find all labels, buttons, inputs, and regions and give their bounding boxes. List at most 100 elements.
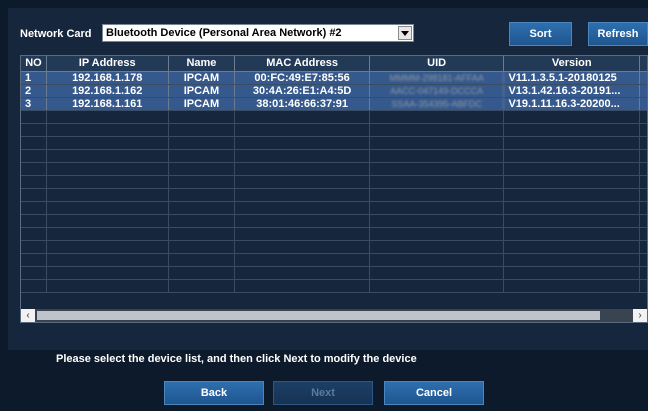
empty-cell (504, 202, 640, 214)
empty-cell (47, 215, 169, 227)
empty-cell (640, 163, 647, 175)
empty-cell (504, 189, 640, 201)
empty-cell (235, 241, 370, 253)
cell-extra (640, 72, 647, 84)
empty-cell (169, 254, 236, 266)
col-header-mac[interactable]: MAC Address (235, 56, 370, 71)
empty-table-row (21, 189, 647, 202)
cancel-button[interactable]: Cancel (384, 381, 484, 405)
empty-cell (21, 267, 47, 279)
empty-cell (47, 202, 169, 214)
empty-cell (370, 280, 505, 292)
empty-cell (504, 228, 640, 240)
scroll-right-icon[interactable]: › (633, 309, 647, 322)
empty-cell (370, 228, 505, 240)
empty-cell (370, 163, 505, 175)
scroll-track[interactable] (35, 309, 633, 322)
empty-cell (169, 228, 236, 240)
empty-cell (21, 111, 47, 123)
empty-cell (169, 202, 236, 214)
col-header-name[interactable]: Name (169, 56, 236, 71)
cell-ip: 192.168.1.161 (47, 98, 169, 110)
empty-cell (235, 137, 370, 149)
empty-cell (640, 241, 647, 253)
empty-cell (370, 124, 505, 136)
scroll-thumb[interactable] (37, 311, 600, 320)
empty-cell (235, 228, 370, 240)
empty-cell (21, 254, 47, 266)
cell-version: V19.1.11.16.3-20200... (504, 98, 641, 110)
empty-cell (640, 150, 647, 162)
empty-table-row (21, 163, 647, 176)
cell-no: 3 (21, 98, 47, 110)
empty-cell (47, 137, 169, 149)
refresh-button[interactable]: Refresh (588, 22, 648, 46)
back-button[interactable]: Back (164, 381, 264, 405)
empty-cell (169, 176, 236, 188)
network-card-select[interactable]: Bluetooth Device (Personal Area Network)… (102, 24, 414, 42)
col-header-version[interactable]: Version (504, 56, 640, 71)
empty-cell (640, 176, 647, 188)
sort-button[interactable]: Sort (509, 22, 572, 46)
cell-uid: AACC-047149-DCCCA (370, 85, 505, 97)
table-row[interactable]: 3 192.168.1.161 IPCAM 38:01:46:66:37:91 … (21, 98, 647, 111)
next-button[interactable]: Next (273, 381, 373, 405)
col-header-extra (640, 56, 647, 71)
col-header-ip[interactable]: IP Address (47, 56, 169, 71)
empty-table-row (21, 280, 647, 293)
empty-cell (47, 267, 169, 279)
empty-cell (370, 137, 505, 149)
cell-uid: SSAA-354395-ABFDC (370, 98, 505, 110)
col-header-uid[interactable]: UID (370, 56, 505, 71)
empty-cell (370, 111, 505, 123)
empty-cell (640, 215, 647, 227)
scroll-left-icon[interactable]: ‹ (21, 309, 35, 322)
empty-cell (235, 202, 370, 214)
cell-extra (640, 98, 647, 110)
table-body: 1 192.168.1.178 IPCAM 00:FC:49:E7:85:56 … (21, 72, 647, 293)
empty-cell (640, 202, 647, 214)
empty-cell (504, 163, 640, 175)
empty-cell (640, 189, 647, 201)
empty-cell (21, 228, 47, 240)
cell-no: 2 (21, 85, 47, 97)
network-card-value: Bluetooth Device (Personal Area Network)… (106, 27, 342, 39)
empty-cell (235, 111, 370, 123)
cell-version: V11.1.3.5.1-20180125 (504, 72, 641, 84)
cell-name: IPCAM (169, 85, 236, 97)
empty-cell (169, 150, 236, 162)
horizontal-scrollbar[interactable]: ‹ › (21, 309, 647, 322)
device-table: NO IP Address Name MAC Address UID Versi… (20, 55, 648, 323)
table-row[interactable]: 1 192.168.1.178 IPCAM 00:FC:49:E7:85:56 … (21, 72, 647, 85)
empty-cell (235, 280, 370, 292)
empty-cell (235, 150, 370, 162)
chevron-down-icon[interactable] (398, 26, 412, 40)
cell-extra (640, 85, 647, 97)
empty-table-row (21, 124, 647, 137)
table-row[interactable]: 2 192.168.1.162 IPCAM 30:4A:26:E1:A4:5D … (21, 85, 647, 98)
empty-cell (504, 124, 640, 136)
col-header-no[interactable]: NO (21, 56, 47, 71)
empty-table-row (21, 176, 647, 189)
empty-table-row (21, 215, 647, 228)
empty-cell (370, 215, 505, 227)
empty-cell (504, 176, 640, 188)
cell-ip: 192.168.1.178 (47, 72, 169, 84)
empty-cell (21, 280, 47, 292)
empty-cell (47, 280, 169, 292)
empty-cell (21, 150, 47, 162)
network-card-label: Network Card (20, 28, 92, 40)
cell-name: IPCAM (169, 72, 236, 84)
empty-cell (504, 254, 640, 266)
cell-mac: 30:4A:26:E1:A4:5D (235, 85, 370, 97)
empty-cell (640, 137, 647, 149)
empty-cell (504, 215, 640, 227)
empty-cell (504, 267, 640, 279)
empty-cell (370, 241, 505, 253)
cell-name: IPCAM (169, 98, 236, 110)
empty-table-row (21, 241, 647, 254)
empty-cell (640, 228, 647, 240)
empty-cell (47, 124, 169, 136)
empty-cell (504, 280, 640, 292)
empty-cell (235, 267, 370, 279)
